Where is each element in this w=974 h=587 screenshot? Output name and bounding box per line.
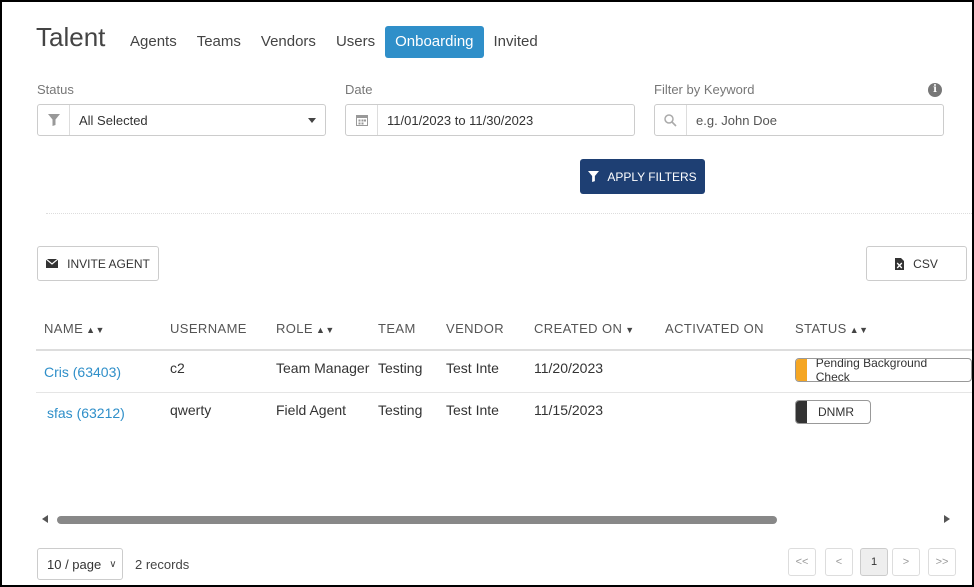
column-header-created-on-label: CREATED ON [534,321,623,336]
nav-tabs: Agents Teams Vendors Users Onboarding In… [120,26,548,58]
keyword-placeholder: e.g. John Doe [696,112,777,128]
scroll-right-arrow[interactable] [944,515,950,523]
team-cell: Testing [378,402,423,418]
apply-filters-label: APPLY FILTERS [607,169,697,184]
row-divider [36,392,972,393]
team-cell: Testing [378,360,423,376]
column-header-activated-on: ACTIVATED ON [665,321,764,336]
csv-export-button[interactable]: CSV [866,246,967,281]
column-header-team: TEAM [378,321,416,336]
keyword-search-input[interactable]: e.g. John Doe [654,104,944,136]
created-on-cell: 11/15/2023 [534,402,604,418]
sort-desc-icon: ▼ [625,325,635,335]
status-badge: Pending Background Check [795,358,972,382]
sort-icon: ▲▼ [316,325,335,335]
tab-users[interactable]: Users [326,26,385,58]
column-header-role[interactable]: ROLE ▲▼ [276,321,335,336]
column-header-name-label: NAME [44,321,84,336]
file-excel-icon [895,257,905,270]
tab-onboarding[interactable]: Onboarding [385,26,484,58]
prev-page-button[interactable]: < [825,548,853,576]
column-header-role-label: ROLE [276,321,314,336]
status-color-bar [796,359,807,381]
page-1-button[interactable]: 1 [860,548,888,576]
keyword-filter-label: Filter by Keyword [654,82,755,97]
section-divider [46,213,972,214]
csv-label: CSV [913,256,938,271]
tab-vendors[interactable]: Vendors [251,26,326,58]
table-header-divider [36,349,972,351]
horizontal-scrollbar-thumb[interactable] [57,516,777,524]
username-cell: qwerty [170,402,212,418]
status-filter-label: Status [37,82,74,97]
agent-name-link[interactable]: sfas (63212) [47,405,125,421]
tab-invited[interactable]: Invited [484,26,548,58]
agent-name-link[interactable]: Cris (63403) [44,364,121,380]
status-filter-value: All Selected [79,112,148,128]
invite-agent-label: INVITE AGENT [67,256,150,271]
created-on-cell: 11/20/2023 [534,360,604,376]
caret-down-icon [308,117,316,123]
column-header-status-label: STATUS [795,321,847,336]
page-size-select[interactable]: 10 / page ∨ [37,548,123,580]
sort-icon: ▲▼ [849,325,869,335]
page-size-value: 10 / page [47,556,102,572]
role-cell: Field Agent [276,402,347,418]
first-page-button[interactable]: << [788,548,816,576]
column-header-username: USERNAME [170,321,247,336]
column-header-status[interactable]: STATUS ▲▼ [795,321,868,336]
column-header-vendor: VENDOR [446,321,505,336]
column-header-created-on[interactable]: CREATED ON ▼ [534,321,635,336]
scroll-left-arrow[interactable] [42,515,48,523]
filter-icon [588,171,600,182]
date-range-value: 11/01/2023 to 11/30/2023 [387,112,534,128]
chevron-down-icon: ∨ [109,558,117,570]
date-filter-label: Date [345,82,373,97]
filter-icon [38,105,70,135]
status-filter-select[interactable]: All Selected [37,104,326,136]
status-badge: DNMR [795,400,871,424]
calendar-icon [346,105,378,135]
role-cell: Team Manager [276,360,370,376]
next-page-button[interactable]: > [892,548,920,576]
app-frame: Talent Agents Teams Vendors Users Onboar… [0,0,974,587]
tab-agents[interactable]: Agents [120,26,187,58]
column-header-name[interactable]: NAME ▲▼ [44,321,105,336]
date-range-input[interactable]: 11/01/2023 to 11/30/2023 [345,104,635,136]
envelope-icon [46,259,59,268]
vendor-cell: Test Inte [446,402,499,418]
status-badge-label: Pending Background Check [815,358,928,382]
status-badge-label: DNMR [818,405,854,419]
invite-agent-button[interactable]: INVITE AGENT [37,246,159,281]
last-page-button[interactable]: >> [928,548,956,576]
page-title: Talent [36,22,106,52]
sort-icon: ▲▼ [86,325,105,335]
vendor-cell: Test Inte [446,360,499,376]
info-icon[interactable]: i [928,83,942,97]
tab-teams[interactable]: Teams [187,26,251,58]
username-cell: c2 [170,360,185,376]
status-color-bar [796,401,807,423]
search-icon [655,105,687,135]
records-count: 2 records [135,557,190,572]
apply-filters-button[interactable]: APPLY FILTERS [580,159,705,194]
